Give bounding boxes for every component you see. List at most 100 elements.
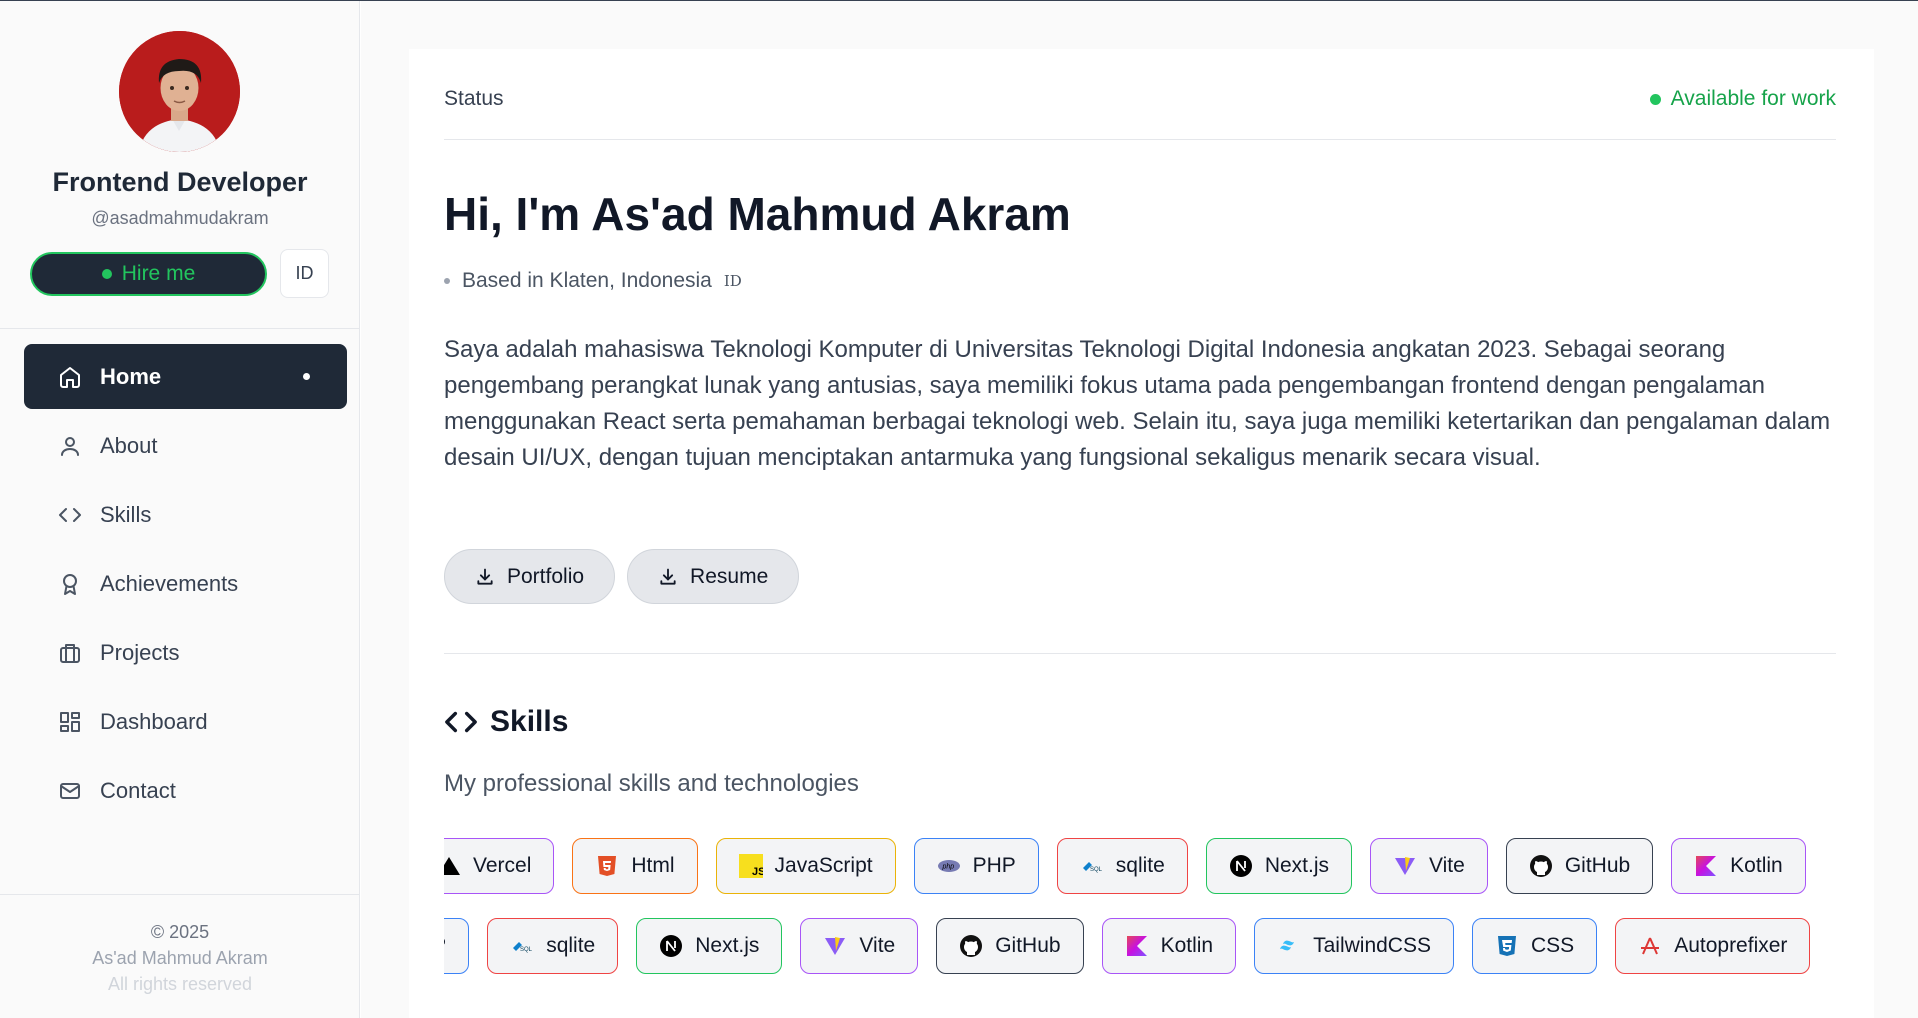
nextjs-icon — [659, 934, 683, 958]
resume-label: Resume — [690, 564, 769, 588]
sidebar-item-contact[interactable]: Contact — [24, 758, 347, 823]
download-icon — [477, 568, 493, 585]
css3-icon — [1495, 934, 1519, 958]
award-icon — [58, 572, 82, 596]
vercel-icon — [444, 854, 461, 878]
download-buttons: Portfolio Resume — [444, 549, 1836, 604]
portfolio-label: Portfolio — [507, 564, 585, 588]
skill-label: Vite — [1429, 854, 1465, 877]
bio-paragraph: Saya adalah mahasiswa Teknologi Komputer… — [444, 336, 1831, 471]
skill-chip: Vite — [1370, 838, 1488, 894]
skills-track: Vercel Html JS JavaScript php PHP SQL sqlite Nex… — [444, 838, 1806, 894]
sidebar-item-label: Dashboard — [100, 708, 208, 734]
autoprefixer-icon — [1638, 934, 1662, 958]
sidebar-nav: Home About Skills Achievements Projects … — [24, 344, 347, 827]
mail-icon — [58, 779, 82, 803]
sidebar-item-label: Achievements — [100, 570, 239, 596]
download-icon — [660, 568, 676, 585]
section-divider — [444, 653, 1836, 654]
skills-marquee-row-2: phpPHP SQL sqlite Next.js Vite GitHub Kotlin Ta… — [444, 918, 1836, 978]
skill-label: Html — [631, 854, 675, 877]
github-icon — [1529, 854, 1553, 878]
skill-chip: php PHP — [913, 838, 1039, 894]
app-root: Frontend Developer @asadmahmudakram Hire… — [0, 0, 1918, 1018]
skills-marquee-row-1: Vercel Html JS JavaScript php PHP SQL sqlite Nex… — [444, 838, 1836, 898]
skill-chip: JS JavaScript — [715, 838, 896, 894]
skill-chip: SQL sqlite — [1056, 838, 1188, 894]
skill-label: TailwindCSS — [1313, 934, 1431, 957]
skill-chip: GitHub — [1505, 838, 1654, 894]
skill-label: JavaScript — [774, 854, 873, 877]
page-title: Hi, I'm As'ad Mahmud Akram — [444, 188, 1071, 240]
sidebar-item-home[interactable]: Home — [24, 344, 347, 409]
code-icon — [445, 711, 477, 733]
skill-label: PHP — [972, 854, 1016, 877]
sidebar-item-label: About — [100, 432, 158, 458]
hire-me-button[interactable]: Hire me — [30, 252, 267, 296]
skill-chip: Vite — [800, 918, 919, 974]
main-content: Status Available for work Hi, I'm As'ad … — [361, 1, 1918, 1018]
skill-chip: CSS — [1472, 918, 1598, 974]
status-divider — [444, 139, 1836, 140]
available-dot-icon — [1649, 93, 1661, 105]
footer-rights: All rights reserved — [107, 974, 253, 994]
home-icon — [58, 365, 82, 389]
skill-chip: Autoprefixer — [1615, 918, 1811, 974]
dashboard-icon — [58, 710, 82, 734]
skill-chip: Vercel — [444, 838, 555, 894]
user-icon — [58, 434, 82, 458]
skill-chip: Next.js — [1205, 838, 1352, 894]
sidebar-item-skills[interactable]: Skills — [24, 482, 347, 547]
status-label: Status — [444, 87, 504, 110]
status-badge: Available for work — [1649, 87, 1836, 111]
sqlite-icon: SQL — [1080, 854, 1104, 878]
skills-title: Skills — [490, 705, 569, 738]
skill-label: sqlite — [546, 934, 596, 957]
skill-label: GitHub — [995, 934, 1061, 957]
skill-label: Next.js — [695, 934, 760, 957]
svg-text:SQL: SQL — [520, 947, 533, 953]
status-value: Available for work — [1670, 87, 1836, 110]
location-text: Based in Klaten, Indonesia — [462, 269, 712, 292]
svg-text:php: php — [941, 864, 954, 871]
resume-button[interactable]: Resume — [627, 549, 800, 604]
sidebar: Frontend Developer @asadmahmudakram Hire… — [0, 1, 360, 1018]
skill-label: PHP — [444, 934, 446, 958]
vite-icon — [1393, 854, 1417, 878]
skills-subtitle: My professional skills and technologies — [444, 770, 859, 797]
sidebar-item-label: Contact — [100, 777, 176, 803]
skills-track: phpPHP SQL sqlite Next.js Vite GitHub Kotlin Ta… — [444, 918, 1811, 974]
html5-icon — [595, 854, 619, 878]
nextjs-icon — [1229, 854, 1253, 878]
portfolio-button[interactable]: Portfolio — [444, 549, 616, 604]
language-toggle-button[interactable]: ID — [280, 249, 329, 298]
sidebar-footer-divider — [0, 894, 360, 895]
skill-label: GitHub — [1564, 854, 1631, 877]
skill-label: CSS — [1531, 934, 1575, 957]
skill-label: Next.js — [1264, 854, 1329, 877]
home-card: Status Available for work Hi, I'm As'ad … — [409, 49, 1874, 1018]
skill-chip: Html — [572, 838, 698, 894]
sidebar-item-achievements[interactable]: Achievements — [24, 551, 347, 616]
skill-chip: SQL sqlite — [487, 918, 619, 974]
skill-label: Autoprefixer — [1674, 934, 1788, 957]
php-icon: php — [937, 854, 961, 878]
skill-chip: Kotlin — [1671, 838, 1806, 894]
footer-name: As'ad Mahmud Akram — [92, 948, 268, 968]
skill-label: Kotlin — [1160, 934, 1214, 957]
skill-chip: GitHub — [936, 918, 1084, 974]
sidebar-item-dashboard[interactable]: Dashboard — [24, 689, 347, 754]
code-icon — [58, 503, 82, 527]
skill-label: Kotlin — [1730, 854, 1783, 877]
skill-chip: Next.js — [636, 918, 783, 974]
active-indicator — [303, 373, 310, 380]
profile-handle: @asadmahmudakram — [91, 208, 269, 228]
sidebar-divider — [0, 328, 360, 329]
svg-text:JS: JS — [752, 866, 763, 878]
sidebar-item-label: Skills — [100, 501, 152, 527]
svg-text:SQL: SQL — [1090, 867, 1103, 873]
skill-label: Vercel — [473, 854, 532, 877]
sidebar-item-about[interactable]: About — [24, 413, 347, 478]
sidebar-item-projects[interactable]: Projects — [24, 620, 347, 685]
github-icon — [959, 934, 983, 958]
